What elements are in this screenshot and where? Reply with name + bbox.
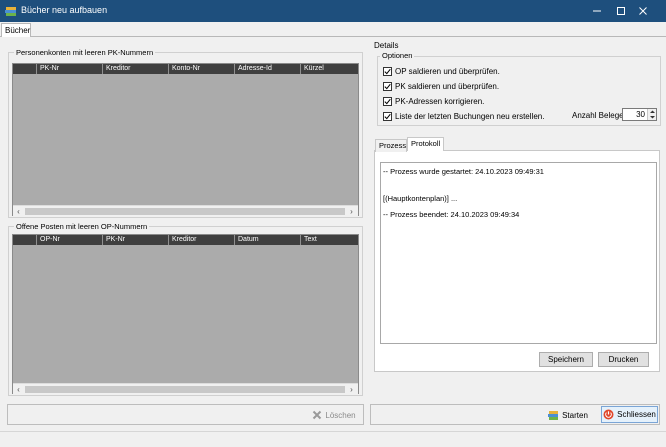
books-start-icon (548, 410, 559, 420)
checkmark-icon (384, 68, 391, 74)
stepper-spin-buttons[interactable] (647, 109, 656, 120)
protokoll-log[interactable]: -- Prozess wurde gestartet: 24.10.2023 0… (380, 162, 657, 344)
log-line: -- Prozess beendet: 24.10.2023 09:49:34 (383, 210, 520, 219)
option-pk-saldieren[interactable]: PK saldieren und überprüfen. (383, 80, 499, 92)
grid-row-selector-header (13, 64, 37, 74)
tab-protokoll[interactable]: Protokoll (407, 137, 444, 151)
status-bar (0, 431, 666, 447)
anzahl-belege-stepper[interactable]: 30 (622, 108, 657, 121)
option-label: Liste der letzten Buchungen neu erstelle… (395, 111, 545, 121)
column-header-kreditor[interactable]: Kreditor (103, 64, 169, 74)
option-label: OP saldieren und überprüfen. (395, 66, 500, 76)
option-label: PK-Adressen korrigieren. (395, 96, 485, 106)
checkmark-icon (384, 98, 391, 104)
tab-strip (0, 22, 666, 36)
option-letzte-buchungen[interactable]: Liste der letzten Buchungen neu erstelle… (383, 110, 544, 122)
delete-x-icon (313, 410, 322, 420)
details-label: Details (374, 41, 399, 50)
option-label: PK saldieren und überprüfen. (395, 81, 500, 91)
anzahl-belege-label: Anzahl Belege (572, 111, 624, 120)
speichern-button[interactable]: Speichern (539, 352, 593, 367)
scrollbar-thumb[interactable] (25, 208, 345, 215)
option-pk-adressen[interactable]: PK-Adressen korrigieren. (383, 95, 484, 107)
offene-posten-group-label: Offene Posten mit leeren OP-Nummern (14, 222, 150, 231)
loeschen-button[interactable]: Löschen (309, 407, 359, 423)
starten-label: Starten (562, 410, 588, 420)
personenkonten-grid[interactable]: PK-Nr Kreditor Konto-Nr Adresse-Id Kürze… (12, 63, 359, 216)
tab-buecher[interactable]: Bücher (1, 23, 31, 37)
offene-posten-grid-header: OP-Nr PK-Nr Kreditor Datum Text (13, 235, 358, 245)
checkbox-pk-saldieren[interactable] (383, 81, 392, 91)
optionen-group-label: Optionen (380, 51, 415, 60)
personenkonten-horizontal-scrollbar[interactable]: ‹ › (13, 205, 358, 216)
loeschen-label: Löschen (325, 410, 356, 420)
personenkonten-group-label: Personenkonten mit leeren PK-Nummern (14, 48, 156, 57)
close-icon (639, 7, 647, 15)
schliessen-label: Schliessen (617, 410, 656, 419)
column-header-op-nr[interactable]: OP-Nr (37, 235, 103, 245)
personenkonten-grid-header: PK-Nr Kreditor Konto-Nr Adresse-Id Kürze… (13, 64, 358, 74)
scroll-left-arrow[interactable]: ‹ (13, 206, 24, 217)
checkbox-pk-adressen[interactable] (383, 96, 392, 106)
tab-prozess[interactable]: Prozess (375, 139, 407, 152)
column-header-adresse-id[interactable]: Adresse-Id (235, 64, 301, 74)
close-button[interactable] (620, 0, 666, 22)
column-header-text[interactable]: Text (301, 235, 358, 245)
offene-posten-horizontal-scrollbar[interactable]: ‹ › (13, 383, 358, 394)
scroll-right-arrow[interactable]: › (346, 384, 357, 395)
checkbox-op-saldieren[interactable] (383, 66, 392, 76)
checkmark-icon (384, 83, 391, 89)
checkbox-letzte-buchungen[interactable] (383, 111, 392, 121)
window-title: Bücher neu aufbauen (21, 5, 108, 15)
column-header-konto-nr[interactable]: Konto-Nr (169, 64, 235, 74)
title-bar[interactable]: Bücher neu aufbauen (0, 0, 666, 22)
power-off-icon (603, 409, 614, 420)
scroll-right-arrow[interactable]: › (346, 206, 357, 217)
option-op-saldieren[interactable]: OP saldieren und überprüfen. (383, 65, 500, 77)
scroll-left-arrow[interactable]: ‹ (13, 384, 24, 395)
schliessen-button[interactable]: Schliessen (601, 406, 658, 423)
scrollbar-thumb[interactable] (25, 386, 345, 393)
column-header-datum[interactable]: Datum (235, 235, 301, 245)
anzahl-belege-value[interactable]: 30 (636, 110, 645, 119)
offene-posten-grid[interactable]: OP-Nr PK-Nr Kreditor Datum Text ‹ › (12, 234, 359, 394)
column-header-pk-nr[interactable]: PK-Nr (37, 64, 103, 74)
starten-button[interactable]: Starten (545, 407, 591, 423)
grid-row-selector-header (13, 235, 37, 245)
column-header-pk-nr[interactable]: PK-Nr (103, 235, 169, 245)
column-header-kreditor[interactable]: Kreditor (169, 235, 235, 245)
checkmark-icon (384, 113, 391, 119)
tab-strip-divider (0, 36, 666, 37)
log-line: -- Prozess wurde gestartet: 24.10.2023 0… (383, 167, 544, 176)
column-header-kuerzel[interactable]: Kürzel (301, 64, 358, 74)
spin-up-down-icon (650, 110, 655, 119)
books-app-icon (5, 5, 17, 17)
drucken-button[interactable]: Drucken (598, 352, 649, 367)
log-line: [(Hauptkontenplan)] ... (383, 194, 458, 203)
